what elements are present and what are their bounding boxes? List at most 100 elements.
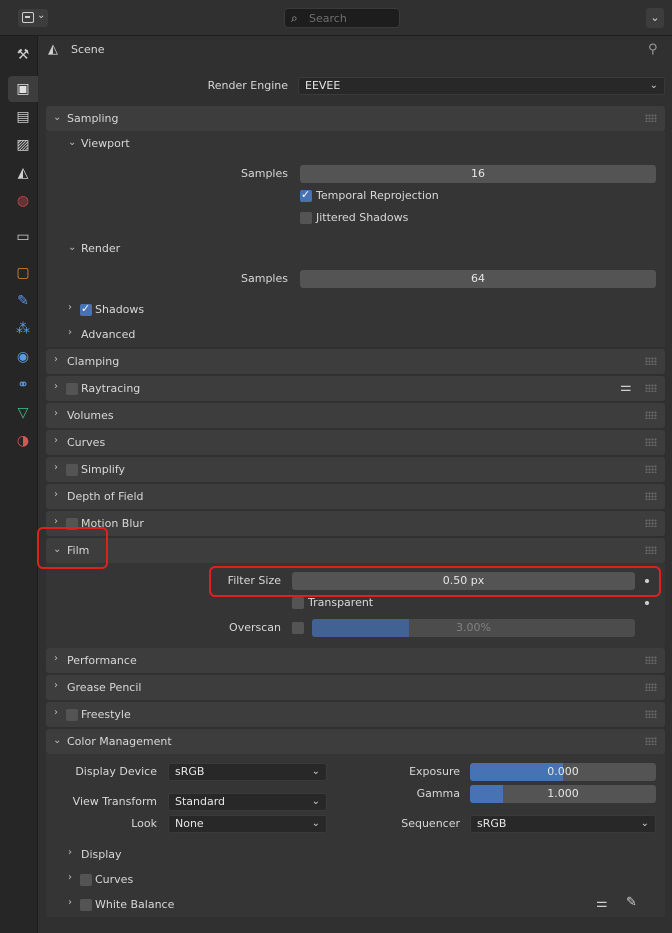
exposure-value: 0.000 — [547, 765, 579, 778]
color-management-panel-header[interactable]: ⌄ Color Management — [46, 729, 665, 754]
chevron-down-icon: ⌄ — [53, 112, 62, 123]
sampling-title: Sampling — [67, 112, 119, 125]
chevron-down-icon: ⌄ — [311, 818, 320, 829]
shadows-title: Shadows — [95, 303, 145, 316]
performance-panel-header[interactable]: › Performance — [46, 648, 665, 673]
image-icon: ▨ — [16, 137, 30, 153]
top-bar: ⌄ ⌕ Search ⌄ — [0, 0, 672, 36]
physics-tab[interactable]: ◉ — [8, 344, 38, 370]
tool-icon: ⚒ — [16, 47, 30, 63]
viewport-title: Viewport — [81, 137, 130, 150]
motion-blur-panel-header[interactable]: › Motion Blur — [46, 511, 665, 536]
options-menu-button[interactable]: ⌄ — [646, 8, 664, 28]
simplify-panel-header[interactable]: › Simplify — [46, 457, 665, 482]
freestyle-panel-header[interactable]: › Freestyle — [46, 702, 665, 727]
display-device-dropdown[interactable]: sRGB ⌄ — [168, 763, 327, 781]
drag-handle-icon[interactable] — [645, 683, 657, 691]
particles-tab[interactable]: ⁂ — [8, 316, 38, 342]
viewport-samples-field[interactable]: 16 — [300, 165, 656, 183]
drag-handle-icon[interactable] — [645, 519, 657, 527]
white-balance-subpanel-header[interactable]: › White Balance ⚌ ✎ — [46, 893, 665, 917]
drag-handle-icon[interactable] — [645, 656, 657, 664]
drag-handle-icon[interactable] — [645, 384, 657, 392]
search-icon: ⌕ — [291, 11, 298, 25]
scene-tab[interactable]: ◭ — [8, 160, 38, 186]
drag-handle-icon[interactable] — [645, 546, 657, 554]
exposure-slider[interactable]: 0.000 — [470, 763, 656, 781]
sampling-panel-header[interactable]: ⌄ Sampling — [46, 106, 665, 131]
overscan-slider[interactable]: 3.00% — [312, 619, 635, 637]
advanced-subpanel-header[interactable]: › Advanced — [46, 323, 665, 347]
drag-handle-icon[interactable] — [645, 492, 657, 500]
render-engine-value: EEVEE — [305, 79, 341, 92]
curves-panel-header[interactable]: › Curves — [46, 430, 665, 455]
grease-pencil-panel-header[interactable]: › Grease Pencil — [46, 675, 665, 700]
jittered-shadows-label: Jittered Shadows — [316, 211, 409, 224]
raytracing-panel-header[interactable]: › Raytracing ⚌ — [46, 376, 665, 401]
overscan-checkbox[interactable] — [292, 622, 304, 634]
white-balance-checkbox[interactable] — [80, 899, 92, 911]
raytracing-checkbox[interactable] — [66, 383, 78, 395]
chevron-right-icon: › — [68, 872, 72, 883]
modifiers-tab[interactable]: ✎ — [8, 288, 38, 314]
pin-icon[interactable]: ⚲ — [648, 42, 658, 57]
look-dropdown[interactable]: None ⌄ — [168, 815, 327, 833]
render-engine-dropdown[interactable]: EEVEE ⌄ — [298, 77, 665, 95]
freestyle-checkbox[interactable] — [66, 709, 78, 721]
collection-tab[interactable]: ▭ — [8, 224, 38, 250]
curves-subpanel-header[interactable]: › Curves — [46, 868, 665, 892]
data-tab[interactable]: ▽ — [8, 400, 38, 426]
drag-handle-icon[interactable] — [645, 411, 657, 419]
temporal-reprojection-checkbox[interactable] — [300, 188, 312, 202]
material-tab[interactable]: ◑ — [8, 428, 38, 454]
drag-handle-icon[interactable] — [645, 438, 657, 446]
keyframe-dot-icon[interactable] — [645, 601, 649, 605]
grease-pencil-title: Grease Pencil — [67, 681, 142, 694]
drag-handle-icon[interactable] — [645, 710, 657, 718]
depth-of-field-panel-header[interactable]: › Depth of Field — [46, 484, 665, 509]
shadows-subpanel-header[interactable]: › Shadows — [46, 298, 665, 322]
render-tab[interactable]: ▣ — [8, 76, 38, 102]
object-tab[interactable]: ▢ — [8, 260, 38, 286]
simplify-checkbox[interactable] — [66, 464, 78, 476]
output-tab[interactable]: ▤ — [8, 104, 38, 130]
gamma-slider[interactable]: 1.000 — [470, 785, 656, 803]
chevron-right-icon: › — [54, 707, 58, 718]
display-device-value: sRGB — [175, 765, 205, 778]
sequencer-dropdown[interactable]: sRGB ⌄ — [470, 815, 656, 833]
presets-icon[interactable]: ⚌ — [620, 380, 632, 395]
transparent-label: Transparent — [308, 596, 374, 609]
constraints-tab[interactable]: ⚭ — [8, 372, 38, 398]
display-subpanel-header[interactable]: › Display — [46, 843, 665, 867]
view-transform-label: View Transform — [72, 795, 157, 808]
film-panel-header[interactable]: ⌄ Film — [46, 538, 665, 563]
view-layer-tab[interactable]: ▨ — [8, 132, 38, 158]
tool-tab[interactable]: ⚒ — [8, 42, 38, 68]
printer-icon: ▤ — [16, 109, 30, 125]
curves-sub-checkbox[interactable] — [80, 874, 92, 886]
viewport-subpanel-header[interactable]: ⌄ Viewport — [46, 132, 665, 156]
chevron-right-icon: › — [68, 327, 72, 338]
render-subpanel-header[interactable]: ⌄ Render — [46, 237, 665, 261]
scene-name: Scene — [71, 43, 105, 56]
viewport-samples-label: Samples — [241, 167, 288, 180]
depth-of-field-title: Depth of Field — [67, 490, 144, 503]
eyedropper-icon[interactable]: ✎ — [626, 895, 637, 910]
chevron-right-icon: › — [68, 302, 72, 313]
world-tab[interactable]: ◍ — [8, 188, 38, 214]
view-transform-dropdown[interactable]: Standard ⌄ — [168, 793, 327, 811]
volumes-panel-header[interactable]: › Volumes — [46, 403, 665, 428]
drag-handle-icon[interactable] — [645, 737, 657, 745]
transparent-checkbox[interactable] — [292, 597, 304, 609]
drag-handle-icon[interactable] — [645, 357, 657, 365]
render-samples-field[interactable]: 64 — [300, 270, 656, 288]
jittered-shadows-checkbox[interactable] — [300, 212, 312, 224]
drag-handle-icon[interactable] — [645, 465, 657, 473]
drag-handle-icon[interactable] — [645, 114, 657, 122]
clamping-panel-header[interactable]: › Clamping — [46, 349, 665, 374]
presets-icon[interactable]: ⚌ — [596, 896, 608, 911]
editor-type-button[interactable]: ⌄ — [18, 9, 48, 27]
performance-title: Performance — [67, 654, 137, 667]
search-input[interactable]: ⌕ Search — [284, 8, 400, 28]
shadows-checkbox[interactable] — [80, 302, 92, 316]
